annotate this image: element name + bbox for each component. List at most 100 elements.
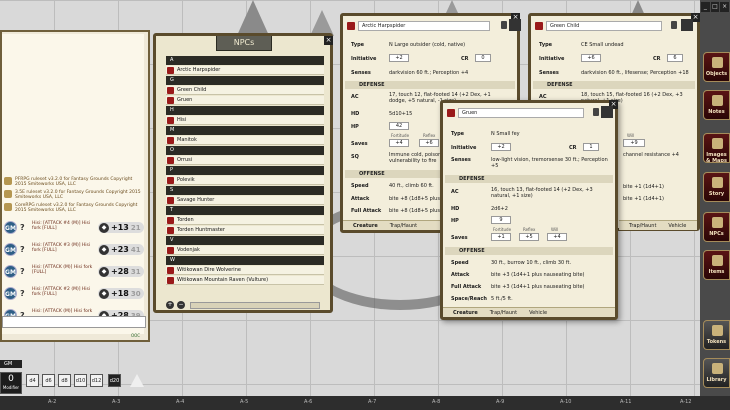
- npc-link-icon[interactable]: [167, 97, 174, 104]
- tab-creature[interactable]: Creature: [353, 223, 378, 229]
- gm-badge: GM: [4, 221, 17, 234]
- sidebar-item-story[interactable]: Story: [703, 172, 730, 202]
- d20-icon: ◆: [99, 266, 109, 277]
- roll-result: ◆ +28 31: [98, 266, 144, 277]
- npc-link-icon[interactable]: [167, 117, 174, 124]
- sidebar-item-tokens[interactable]: Tokens: [703, 320, 730, 350]
- sidebar-item-notes[interactable]: Notes: [703, 90, 730, 120]
- npc-list-item[interactable]: Witikowan Mountain Raven (Vulture): [166, 276, 324, 285]
- tab-trap-haunt[interactable]: Trap/Haunt: [490, 310, 517, 316]
- npc-filter-input[interactable]: [190, 302, 320, 309]
- sheet-header: Arctic Harpspider: [347, 20, 490, 31]
- npc-link-icon[interactable]: [347, 21, 355, 30]
- npc-link-icon[interactable]: [167, 137, 174, 144]
- d20-icon: ◆: [99, 244, 109, 255]
- tab-creature[interactable]: Creature: [453, 310, 478, 316]
- sidebar-item-objects[interactable]: Objects: [703, 52, 730, 82]
- add-npc-button[interactable]: +: [166, 301, 174, 309]
- npc-list-item[interactable]: Torden: [166, 216, 324, 225]
- npc-list-item[interactable]: Hisi: [166, 116, 324, 125]
- d20-icon[interactable]: d20: [108, 374, 121, 387]
- unknown-portrait-icon: ?: [20, 289, 25, 298]
- sidebar-item-images[interactable]: Images & Maps: [703, 133, 730, 163]
- ooc-toggle[interactable]: OOC: [131, 333, 140, 338]
- d10-icon[interactable]: d10: [74, 374, 87, 387]
- tab-vehicle[interactable]: Vehicle: [668, 223, 686, 229]
- sidebar-item-npcs[interactable]: NPCs: [703, 212, 730, 242]
- npc-category-header: M: [166, 126, 324, 135]
- d8-icon[interactable]: d8: [58, 374, 71, 387]
- npc-link-icon[interactable]: [167, 227, 174, 234]
- npc-link-icon[interactable]: [167, 157, 174, 164]
- token-icon[interactable]: [681, 19, 693, 31]
- npc-link-icon[interactable]: [167, 67, 174, 74]
- sidebar-item-library[interactable]: Library: [703, 358, 730, 388]
- roll-message: GM ? Hisi: [ATTACK #3 (M)] Hisi fork [FU…: [4, 243, 146, 259]
- tab-trap-haunt[interactable]: Trap/Haunt: [390, 223, 417, 229]
- npc-link-icon[interactable]: [167, 247, 174, 254]
- system-message: CoreRPG ruleset v3.2.0 for Fantasy Groun…: [4, 203, 144, 213]
- minimize-button[interactable]: _: [701, 2, 710, 12]
- tab-trap-haunt[interactable]: Trap/Haunt: [629, 223, 656, 229]
- unknown-portrait-icon: ?: [20, 267, 25, 276]
- close-button[interactable]: ×: [324, 36, 333, 45]
- npc-name-field[interactable]: Arctic Harpspider: [358, 20, 490, 31]
- tab-vehicle[interactable]: Vehicle: [529, 310, 547, 316]
- npc-name: Witikowan Dire Wolverine: [177, 267, 241, 273]
- npc-list-item[interactable]: Savage Hunter: [166, 196, 324, 205]
- remove-npc-button[interactable]: −: [177, 301, 185, 309]
- npc-list-window: NPCs × A Arctic Harpspider G Green Child Gru…: [153, 33, 333, 313]
- story-icon: [712, 177, 723, 188]
- d12-icon[interactable]: d12: [90, 374, 103, 387]
- npc-category-header: A: [166, 56, 324, 65]
- token-icon[interactable]: [509, 19, 521, 31]
- npc-link-icon[interactable]: [167, 87, 174, 94]
- npc-name: Savage Hunter: [177, 197, 215, 203]
- npc-list-item[interactable]: Gruen: [166, 96, 324, 105]
- gm-badge: GM: [4, 287, 17, 300]
- token-icon[interactable]: [601, 106, 613, 118]
- npc-list[interactable]: A Arctic Harpspider G Green Child Gruen H Hisi…: [166, 55, 324, 298]
- lock-icon[interactable]: [501, 21, 507, 29]
- system-message: 3.5E ruleset v3.2.0 for Fantasy Grounds …: [4, 190, 144, 200]
- d4-icon[interactable]: d4: [26, 374, 39, 387]
- npc-list-item[interactable]: Arctic Harpspider: [166, 66, 324, 75]
- roll-result: ◆ +18 30: [98, 288, 144, 299]
- npc-link-icon[interactable]: [167, 217, 174, 224]
- library-icon: [712, 363, 723, 374]
- npc-list-item[interactable]: Green Child: [166, 86, 324, 95]
- npc-name: Polevik: [177, 177, 195, 183]
- npc-list-item[interactable]: Witikowan Dire Wolverine: [166, 266, 324, 275]
- close-app-button[interactable]: ×: [720, 2, 730, 12]
- d4-tri-icon[interactable]: [130, 374, 144, 387]
- chat-input[interactable]: [2, 316, 146, 328]
- npc-link-icon[interactable]: [167, 277, 174, 284]
- lock-icon[interactable]: [671, 21, 677, 29]
- sidebar-item-items[interactable]: Items: [703, 250, 730, 280]
- npc-link-icon[interactable]: [167, 267, 174, 274]
- unknown-portrait-icon: ?: [20, 223, 25, 232]
- npc-name-field[interactable]: Green Child: [546, 20, 662, 31]
- npc-list-item[interactable]: Vodenjak: [166, 246, 324, 255]
- sheet-tabs: Trap/Haunt Vehicle: [619, 220, 697, 230]
- sheet-header: Gruen: [447, 107, 584, 118]
- npc-link-icon[interactable]: [447, 108, 455, 117]
- maximize-button[interactable]: □: [710, 2, 720, 12]
- npc-list-item[interactable]: Torden Huntmaster: [166, 226, 324, 235]
- npc-list-item[interactable]: Manitok: [166, 136, 324, 145]
- npc-list-item[interactable]: Polevik: [166, 176, 324, 185]
- lock-icon[interactable]: [593, 108, 599, 116]
- sheet-tabs: Creature Trap/Haunt Vehicle: [443, 307, 615, 317]
- npc-link-icon[interactable]: [167, 197, 174, 204]
- npc-link-icon[interactable]: [167, 177, 174, 184]
- npc-category-header: V: [166, 236, 324, 245]
- d6-icon[interactable]: d6: [42, 374, 55, 387]
- npc-name-field[interactable]: Gruen: [458, 107, 584, 118]
- npc-list-item[interactable]: Orrusi: [166, 156, 324, 165]
- chat-log[interactable]: PFRPG ruleset v3.2.0 for Fantasy Grounds…: [2, 34, 144, 334]
- sheet-header: Green Child: [535, 20, 662, 31]
- npc-link-icon[interactable]: [535, 21, 543, 30]
- npc-list-footer: + −: [164, 301, 324, 311]
- modifier-box[interactable]: 0 Modifier: [0, 372, 22, 394]
- roll-message: GM ? Hisi: [ATTACK #4 (M)] Hisi fork [FU…: [4, 221, 146, 237]
